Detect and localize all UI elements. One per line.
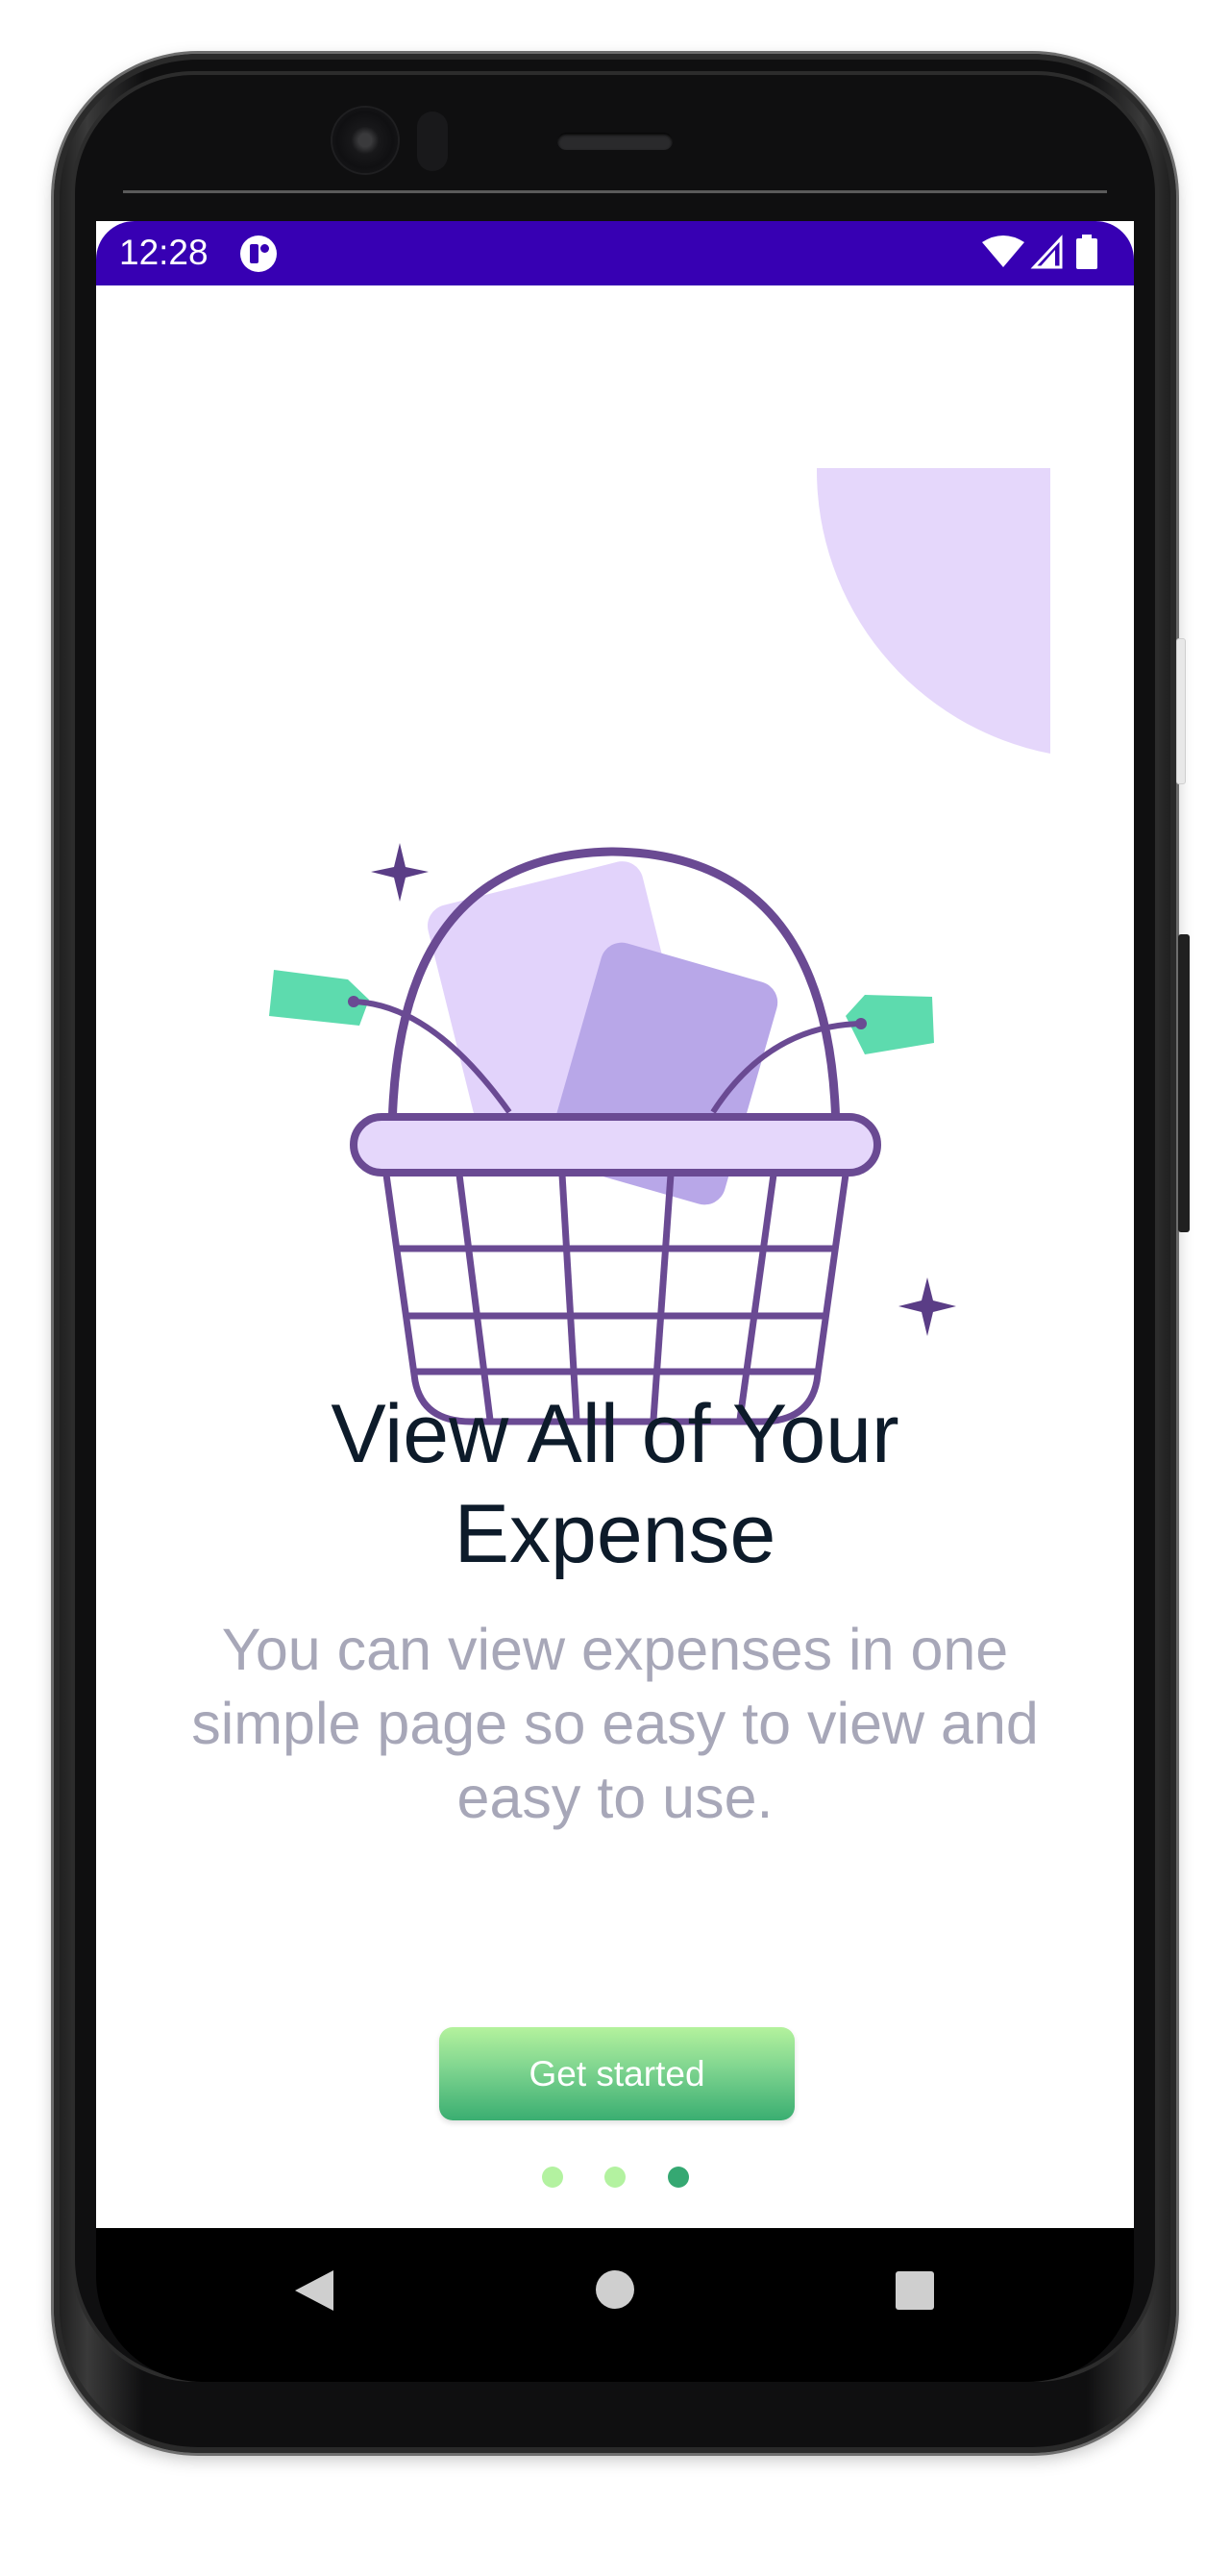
app-notification-icon [240, 235, 277, 272]
page-dot-active[interactable] [668, 2167, 689, 2188]
screen-edge [123, 190, 1107, 193]
page-dot[interactable] [604, 2167, 626, 2188]
screen: 12:28 View All of Your Expense You can v… [96, 221, 1134, 2228]
page-title: View All of Your Expense [331, 1388, 899, 1580]
page-description: You can view expenses in one simple page… [191, 1617, 1039, 1830]
home-icon[interactable] [594, 2268, 636, 2316]
phone-power-button [1178, 934, 1190, 1232]
page-dot[interactable] [542, 2167, 563, 2188]
sparkle-icon [898, 1277, 956, 1336]
corner-decoration [816, 468, 1050, 754]
battery-icon [1076, 235, 1097, 269]
earpiece-speaker [557, 133, 673, 150]
page-indicator [96, 2167, 1134, 2195]
status-time: 12:28 [119, 233, 209, 272]
signal-icon [1030, 235, 1063, 269]
get-started-button[interactable]: Get started [439, 2027, 795, 2120]
proximity-sensor [417, 111, 448, 171]
navigation-bar [96, 2228, 1134, 2382]
shopping-basket-icon [269, 468, 1050, 1425]
front-camera [332, 108, 398, 173]
onboarding-page: View All of Your Expense You can view ex… [96, 285, 1134, 2228]
status-bar: 12:28 [96, 221, 1134, 285]
recents-icon[interactable] [895, 2270, 935, 2316]
wifi-icon [982, 235, 1024, 267]
status-icons [980, 233, 1115, 273]
sparkle-icon [371, 843, 429, 902]
phone-side-button-small [1176, 638, 1186, 784]
back-icon[interactable] [293, 2268, 335, 2317]
